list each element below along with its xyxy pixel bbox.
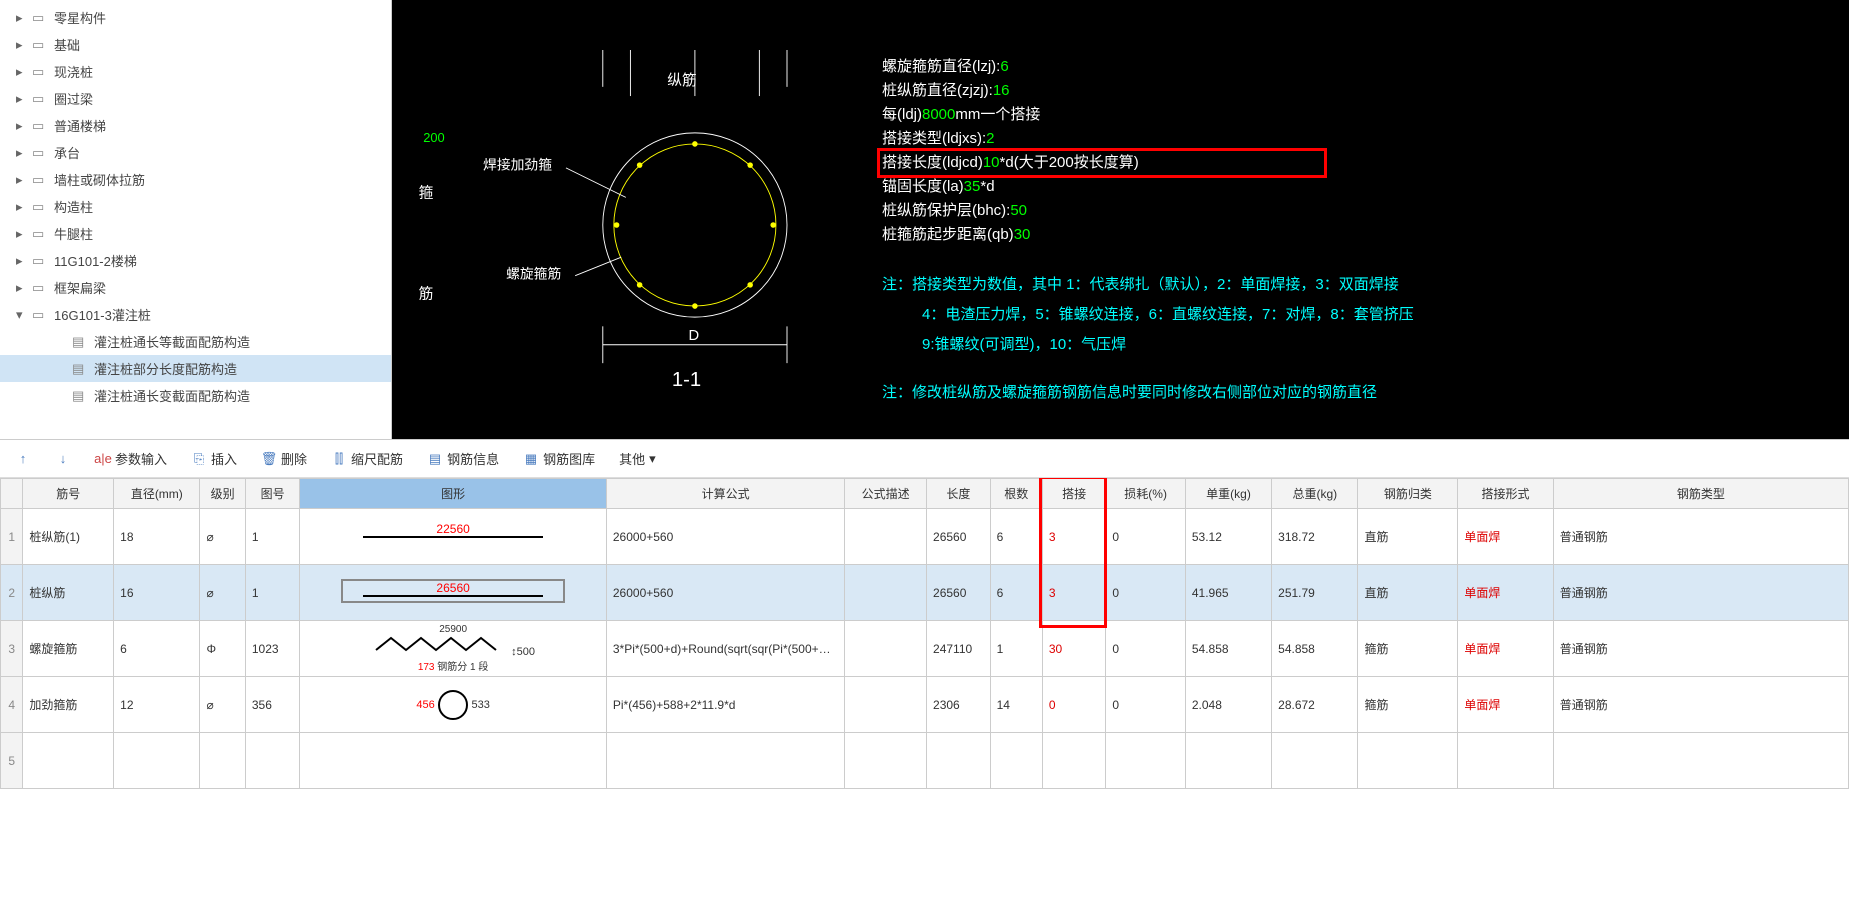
tree-item[interactable]: ▸牛腿柱 [0,220,391,247]
col-header[interactable]: 根数 [990,479,1042,509]
col-header[interactable]: 图形 [300,479,607,509]
col-header[interactable]: 搭接形式 [1458,479,1553,509]
col-header[interactable]: 钢筋类型 [1553,479,1848,509]
tree-item[interactable]: ▸构造柱 [0,193,391,220]
table-row[interactable]: 3螺旋箍筋6Φ102325900↕500173 钢筋分 1 段3*Pi*(500… [1,621,1849,677]
delete-btn[interactable]: 🗑删除 [256,446,312,471]
table-row[interactable]: 5 [1,733,1849,789]
cad-notes: 注：搭接类型为数值，其中 1：代表绑扎（默认），2：单面焊接，3：双面焊接 4：… [882,270,1414,408]
scale-btn[interactable]: ⫿⫿缩尺配筋 [326,446,408,471]
col-header[interactable]: 单重(kg) [1185,479,1271,509]
svg-text:D: D [688,328,699,344]
highlight-box-param [877,148,1327,178]
col-header[interactable]: 筋号 [23,479,114,509]
tree-item[interactable]: ▸承台 [0,139,391,166]
col-header[interactable]: 总重(kg) [1272,479,1358,509]
svg-text:筋: 筋 [419,286,434,303]
other-btn[interactable]: 其他 ▾ [614,446,661,471]
col-header[interactable] [1,479,23,509]
svg-text:箍: 箍 [419,184,434,201]
tree-item[interactable]: 灌注桩部分长度配筋构造 [0,355,391,382]
tree-item[interactable]: 灌注桩通长变截面配筋构造 [0,382,391,409]
arrow-left-btn[interactable]: ↑ [10,448,36,470]
arrow-down-btn[interactable]: ↓ [50,448,76,470]
table-row[interactable]: 2桩纵筋16⌀12656026000+5602656063041.965251.… [1,565,1849,621]
tree-item[interactable]: ▸圈过梁 [0,85,391,112]
col-header[interactable]: 级别 [200,479,245,509]
col-header[interactable]: 图号 [245,479,299,509]
svg-text:1-1: 1-1 [672,369,701,391]
info-btn[interactable]: ▤钢筋信息 [422,446,504,471]
table-row[interactable]: 4加劲箍筋12⌀356456 533Pi*(456)+588+2*11.9*d2… [1,677,1849,733]
param-input-btn[interactable]: a|e参数输入 [90,446,172,471]
cad-drawing: 纵筋 焊接加劲箍 螺旋箍筋 D 1-1 200 箍 筋 [412,50,812,400]
toolbar: ↑ ↓ a|e参数输入 ⎘插入 🗑删除 ⫿⫿缩尺配筋 ▤钢筋信息 ▦钢筋图库 其… [0,440,1849,478]
tree-item[interactable]: ▸11G101-2楼梯 [0,247,391,274]
tree-item[interactable]: ▸现浇桩 [0,58,391,85]
col-header[interactable]: 计算公式 [606,479,844,509]
tree-item[interactable]: ▸普通楼梯 [0,112,391,139]
tree-panel: ▸零星构件▸基础▸现浇桩▸圈过梁▸普通楼梯▸承台▸墙柱或砌体拉筋▸构造柱▸牛腿柱… [0,0,392,439]
col-header[interactable]: 钢筋归类 [1358,479,1458,509]
col-header[interactable]: 损耗(%) [1106,479,1185,509]
tree-item[interactable]: ▾16G101-3灌注桩 [0,301,391,328]
rebar-grid[interactable]: 筋号直径(mm)级别图号图形计算公式公式描述长度根数搭接损耗(%)单重(kg)总… [0,478,1849,909]
svg-text:螺旋箍筋: 螺旋箍筋 [506,265,561,281]
tree-item[interactable]: ▸零星构件 [0,4,391,31]
tree-item[interactable]: ▸框架扁梁 [0,274,391,301]
svg-text:焊接加劲箍: 焊接加劲箍 [483,157,552,173]
tree-item[interactable]: 灌注桩通长等截面配筋构造 [0,328,391,355]
table-row[interactable]: 1桩纵筋(1)18⌀12256026000+5602656063053.1231… [1,509,1849,565]
col-header[interactable]: 长度 [927,479,991,509]
cad-viewport[interactable]: 纵筋 焊接加劲箍 螺旋箍筋 D 1-1 200 箍 筋 螺旋箍筋直径(lzj):… [392,0,1849,439]
insert-btn[interactable]: ⎘插入 [186,446,242,471]
svg-text:200: 200 [423,130,444,145]
lib-btn[interactable]: ▦钢筋图库 [518,446,600,471]
col-header[interactable]: 直径(mm) [114,479,200,509]
tree-item[interactable]: ▸基础 [0,31,391,58]
svg-text:纵筋: 纵筋 [667,72,696,89]
col-header[interactable]: 搭接 [1042,479,1106,509]
tree-item[interactable]: ▸墙柱或砌体拉筋 [0,166,391,193]
col-header[interactable]: 公式描述 [845,479,927,509]
